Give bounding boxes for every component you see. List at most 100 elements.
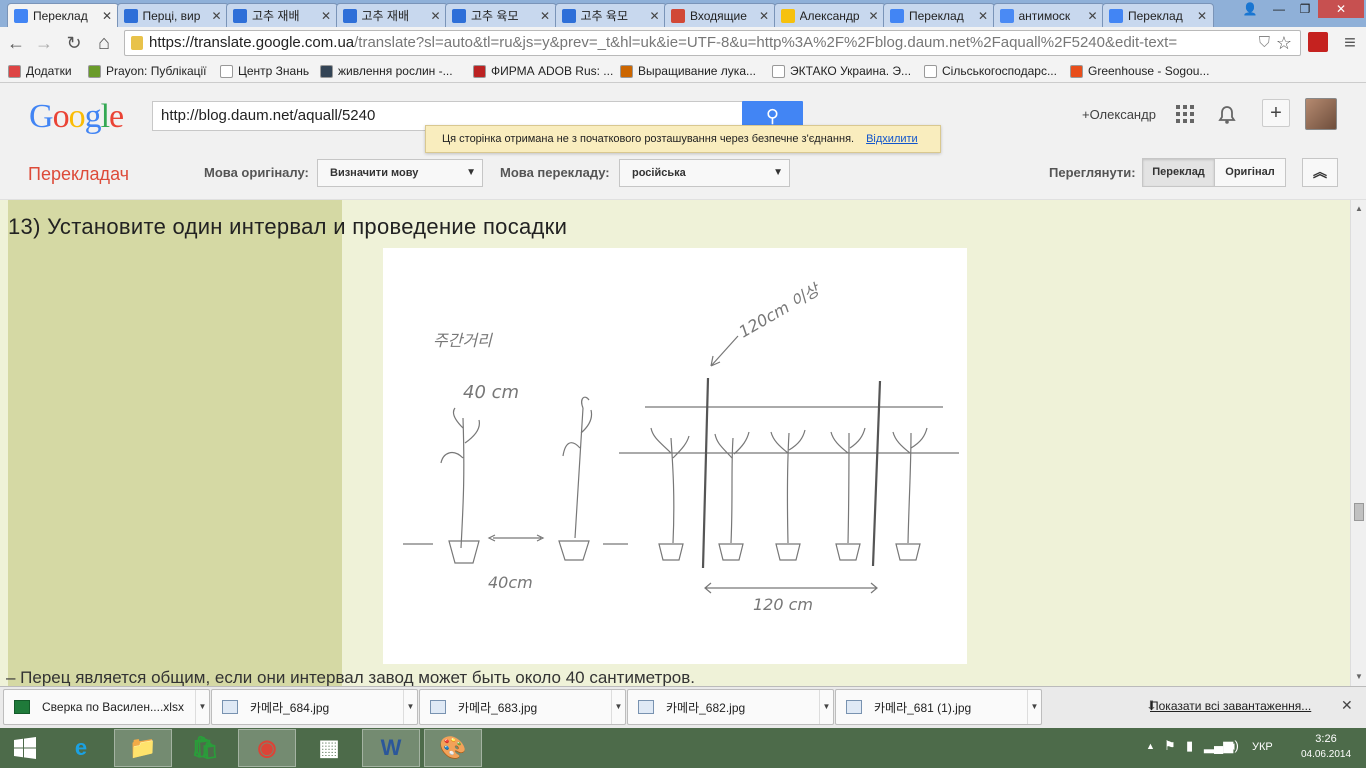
browser-tab[interactable]: Переклад ✕ [883,3,995,27]
taskbar-app[interactable]: ◉ [238,729,296,767]
tab-title: 고추 육모 [580,9,629,23]
browser-tab[interactable]: 고추 육모 ✕ [445,3,557,27]
source-language-select[interactable]: Визначити мову ▼ [317,159,483,187]
close-tab-icon[interactable]: ✕ [759,9,769,23]
translated-page: 13) Установите один интервал и проведени… [0,200,1350,686]
page-scrollbar[interactable]: ▲ ▼ [1350,200,1366,686]
bookmark-item[interactable]: Сільськогосподарс... [924,62,1057,80]
bookmark-item[interactable]: Greenhouse - Sogou... [1070,62,1209,80]
close-tab-icon[interactable]: ✕ [430,9,440,23]
chrome-menu-button[interactable]: ≡ [1338,31,1362,55]
download-item[interactable]: 카메라_681 (1).jpg ▼ [835,689,1042,725]
avatar[interactable] [1305,98,1337,130]
user-name-link[interactable]: +Олександр [1082,107,1156,122]
download-menu-icon[interactable]: ▼ [1027,690,1041,724]
back-button[interactable]: ← [4,31,28,55]
share-plus-button[interactable]: + [1262,99,1290,127]
page-icon [220,64,233,78]
battery-icon[interactable]: ▮ [1186,738,1193,754]
close-tab-icon[interactable]: ✕ [102,9,112,23]
view-original-button[interactable]: Оригінал [1214,158,1286,187]
google-logo[interactable]: Google [29,98,124,136]
volume-icon[interactable]: ◂) [1228,738,1239,754]
search-icon: ⚲ [765,106,780,126]
scroll-up-icon[interactable]: ▲ [1355,204,1363,213]
image-file-icon [638,700,654,714]
bookmark-item[interactable]: ФИРМА ADOB Rus: ... [473,62,613,80]
download-menu-icon[interactable]: ▼ [611,690,625,724]
apps-grid-icon[interactable] [1176,105,1194,123]
bookmark-item[interactable]: Центр Знань [220,62,309,80]
close-tab-icon[interactable]: ✕ [211,9,221,23]
notifications-bell-icon[interactable] [1218,105,1236,125]
bookmark-label: ЭКТАКО Украина. Э... [790,64,912,78]
browser-tab[interactable]: антимоск ✕ [992,3,1105,27]
browser-tab[interactable]: 고추 재배 ✕ [226,3,338,27]
shield-icon[interactable]: ⛉ [1259,31,1270,55]
bookmark-star-icon[interactable]: ☆ [1276,31,1292,55]
download-menu-icon[interactable]: ▼ [403,690,417,724]
page-icon [924,64,937,78]
sogou-icon [1070,64,1083,78]
browser-tab[interactable]: Входящие ✕ [664,3,776,27]
close-tab-icon[interactable]: ✕ [978,9,988,23]
minimize-button[interactable]: — [1266,0,1292,18]
notice-dismiss-link[interactable]: Відхилити [866,133,918,145]
close-tab-icon[interactable]: ✕ [540,9,550,23]
browser-tab[interactable]: 고추 육모 ✕ [554,3,667,27]
clock-date[interactable]: 04.06.2014 [1294,749,1358,760]
input-language[interactable]: УКР [1252,741,1273,753]
scrollbar-thumb[interactable] [1354,503,1364,521]
show-all-downloads-link[interactable]: Показати всі завантаження... [1150,699,1311,713]
close-tab-icon[interactable]: ✕ [868,9,878,23]
taskbar-app[interactable]: 📁 [114,729,172,767]
close-tab-icon[interactable]: ✕ [649,9,659,23]
browser-tab[interactable]: 고추 재배 ✕ [335,3,448,27]
target-language-select[interactable]: російська ▼ [619,159,790,187]
close-window-button[interactable]: ✕ [1318,0,1364,18]
forward-button[interactable]: → [32,31,56,55]
restore-button[interactable]: ❐ [1292,0,1318,18]
clock-time[interactable]: 3:26 [1306,733,1346,745]
tab-title: 고추 재배 [361,9,410,23]
reload-button[interactable]: ↻ [62,31,86,55]
download-item[interactable]: 카메라_683.jpg ▼ [419,689,626,725]
browser-tab[interactable]: Переклад ✕ [7,3,119,27]
bookmark-item[interactable]: Выращивание лука... [620,62,756,80]
close-tab-icon[interactable]: ✕ [1197,9,1207,23]
close-downloads-icon[interactable]: ✕ [1341,697,1353,714]
browser-tab[interactable]: Переклад ✕ [1102,3,1214,27]
download-item[interactable]: Сверка по Василен....xlsx ▼ [3,689,210,725]
taskbar-app[interactable]: ▦ [300,729,358,767]
extension-icon[interactable] [1308,32,1328,52]
view-translation-button[interactable]: Переклад [1142,158,1215,187]
scroll-down-icon[interactable]: ▼ [1355,672,1363,681]
taskbar-app[interactable]: e [52,729,110,767]
browser-tab[interactable]: Перці, вир ✕ [116,3,229,27]
close-tab-icon[interactable]: ✕ [1087,9,1097,23]
taskbar-app[interactable]: 🎨 [424,729,482,767]
close-tab-icon[interactable]: ✕ [321,9,331,23]
bookmark-label: живлення рослин -... [338,64,453,78]
bookmark-item[interactable]: Prayon: Публікації [88,62,207,80]
bookmark-item[interactable]: Додатки [8,62,72,80]
bookmark-item[interactable]: живлення рослин -... [320,62,453,80]
home-button[interactable]: ⌂ [92,31,116,55]
download-item[interactable]: 카메라_682.jpg ▼ [627,689,834,725]
taskbar-app[interactable]: W [362,729,420,767]
profile-icon[interactable]: 👤 [1238,0,1262,18]
bookmark-item[interactable]: ЭКТАКО Украина. Э... [772,62,911,80]
collapse-button[interactable]: ︽ [1302,158,1338,187]
download-menu-icon[interactable]: ▼ [819,690,833,724]
address-bar[interactable]: https://translate.google.com.ua/translat… [124,30,1301,56]
sketch-label-between-distance: 40cm [488,573,533,592]
download-item[interactable]: 카메라_684.jpg ▼ [211,689,418,725]
translator-brand[interactable]: Перекладач [28,164,129,185]
browser-tab[interactable]: Александр ✕ [773,3,886,27]
download-menu-icon[interactable]: ▼ [195,690,209,724]
start-button[interactable] [0,729,50,767]
tray-expand-icon[interactable]: ▲ [1146,741,1155,751]
flag-icon[interactable]: ⚑ [1164,738,1176,754]
word-icon: W [380,735,402,760]
taskbar-app[interactable]: 🛍 [176,729,234,767]
